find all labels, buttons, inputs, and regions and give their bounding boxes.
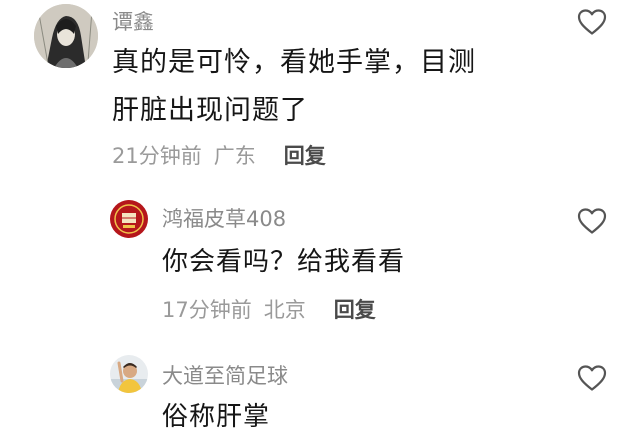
comment-meta: 21分钟前 广东 回复 <box>112 140 326 170</box>
comment-text-line: 你会看吗？给我看看 <box>162 247 406 277</box>
heart-outline-icon[interactable] <box>577 364 607 392</box>
person-photo-avatar-icon <box>110 355 148 393</box>
comment-author[interactable]: 大道至简足球 <box>162 360 288 390</box>
comment-text-line: 真的是可怜，看她手掌，目测 <box>112 47 476 78</box>
avatar[interactable] <box>34 4 98 68</box>
reply-button[interactable]: 回复 <box>334 298 376 322</box>
heart-outline-icon[interactable] <box>577 207 607 235</box>
reply-button[interactable]: 回复 <box>284 144 326 168</box>
red-seal-avatar-icon <box>110 200 148 238</box>
heart-outline-icon[interactable] <box>577 8 607 36</box>
comment-list: 谭鑫 真的是可怜，看她手掌，目测 肝脏出现问题了 21分钟前 广东 回复 鸿福皮草4… <box>0 0 640 435</box>
avatar[interactable] <box>110 200 148 238</box>
comment-author[interactable]: 鸿福皮草408 <box>162 203 286 233</box>
comment-location: 广东 <box>213 144 256 168</box>
comment-location: 北京 <box>263 298 306 322</box>
comment-time: 17分钟前 <box>162 298 252 322</box>
comment-time: 21分钟前 <box>112 144 202 168</box>
comment-author[interactable]: 谭鑫 <box>112 6 154 36</box>
comment-text-line: 肝脏出现问题了 <box>112 95 308 126</box>
comment-meta: 17分钟前 北京 回复 <box>162 294 376 324</box>
avatar[interactable] <box>110 355 148 393</box>
comment-text-line: 俗称肝掌 <box>162 402 271 432</box>
sketch-portrait-avatar-icon <box>34 4 98 68</box>
